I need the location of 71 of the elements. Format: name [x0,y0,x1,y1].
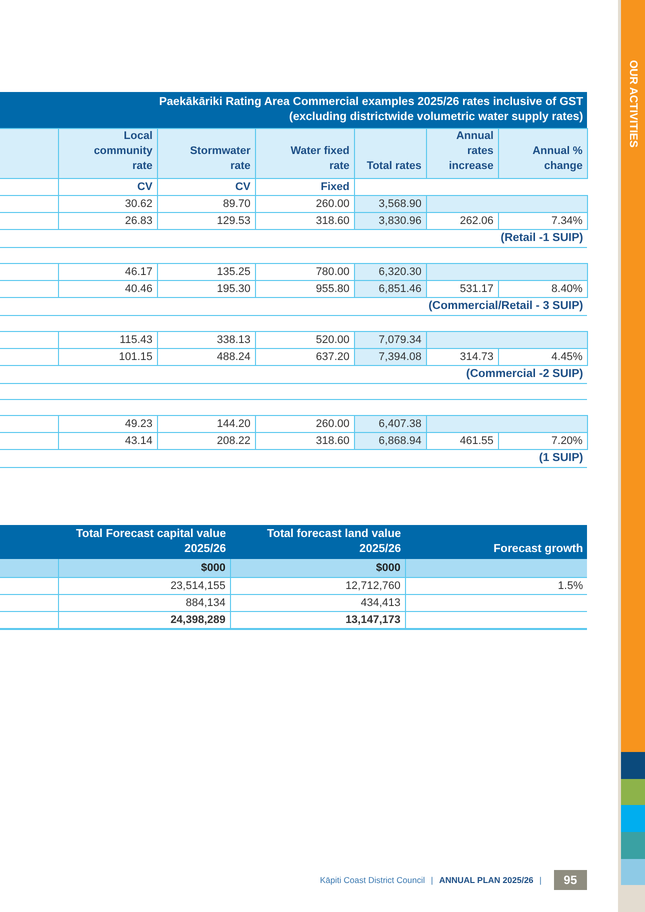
table-cell: 461.55 [426,432,498,450]
table-cell: 46.17 [58,264,157,280]
table-cell: 1.5% [405,578,587,594]
table-cell: 101.15 [58,348,157,366]
rating-note: (Commercial/Retail - 3 SUIP) [428,300,584,312]
table-cell: 7.34% [498,212,588,230]
table-cell: 129.53 [157,212,255,230]
table-cell: 195.30 [157,280,255,298]
table-cell: 7.20% [498,432,588,450]
table-cell: 6,868.94 [354,432,426,450]
page-number: 95 [554,870,587,890]
column-header: Stormwater rate [157,128,255,178]
table-cell: 338.13 [157,332,255,348]
column-header: Total Forecast capital value 2025/26 [58,525,230,559]
table-cell: 144.20 [157,416,255,432]
table-cell: 884,134 [58,594,230,612]
table-cell: 955.80 [255,280,354,298]
table-cell: 780.00 [255,264,354,280]
column-header: Annual rates increase [426,128,498,178]
column-header: Annual % change [498,128,588,178]
table-cell: 208.22 [157,432,255,450]
column-header: Forecast growth [405,525,587,559]
table-cell: 434,413 [230,594,405,612]
table-cell: 260.00 [255,416,354,432]
unit-label: $000 [58,559,230,578]
unit-label: $000 [230,559,405,578]
table-cell: 318.60 [255,432,354,450]
table-cell: 262.06 [426,212,498,230]
table-cell: 23,514,155 [58,578,230,594]
rating-note: (Retail -1 SUIP) [500,232,584,244]
column-header: Total rates [354,128,426,178]
separator: | [430,875,434,885]
table-cell: 7,394.08 [354,348,426,366]
table-title: Paekākāriki Rating Area Commercial examples 2025/26 rates inclusive of GST (excluding districtwide volumetric water supply rates) [0,92,588,128]
column-header: Water fixed rate [255,128,354,178]
table-cell: 6,407.38 [354,416,426,432]
table-cell: 637.20 [255,348,354,366]
table-cell: 531.17 [426,280,498,298]
table-cell: 30.62 [58,196,157,212]
table-cell: 260.00 [255,196,354,212]
unit-label: Fixed [255,178,354,196]
separator: | [539,875,542,885]
table-cell: 488.24 [157,348,255,366]
table-cell: 13,147,173 [230,612,405,629]
table-cell: 520.00 [255,332,354,348]
column-header: Local community rate [58,128,157,178]
table-cell: 6,851.46 [354,280,426,298]
organisation-name: Kāpiti Coast District Council [320,875,425,885]
column-header: Total forecast land value 2025/26 [230,525,405,559]
unit-label: CV [157,178,255,196]
table-cell: 26.83 [58,212,157,230]
table-cell: 8.40% [498,280,588,298]
table-cell: 135.25 [157,264,255,280]
table-cell: 24,398,289 [58,612,230,629]
table-cell: 314.73 [426,348,498,366]
table-cell: 115.43 [58,332,157,348]
table-cell: 3,830.96 [354,212,426,230]
table-cell: 6,320.30 [354,264,426,280]
rating-note: (1 SUIP) [539,452,584,464]
document-title: ANNUAL PLAN 2025/26 [439,875,534,885]
table-cell: 43.14 [58,432,157,450]
rating-note: (Commercial -2 SUIP) [466,368,584,380]
table-cell: 4.45% [498,348,588,366]
table-cell: 3,568.90 [354,196,426,212]
table-cell: 40.46 [58,280,157,298]
table-cell: 318.60 [255,212,354,230]
table-cell: 89.70 [157,196,255,212]
table-cell: 7,079.34 [354,332,426,348]
table-cell: 49.23 [58,416,157,432]
unit-label: CV [58,178,157,196]
table-cell: 12,712,760 [230,578,405,594]
